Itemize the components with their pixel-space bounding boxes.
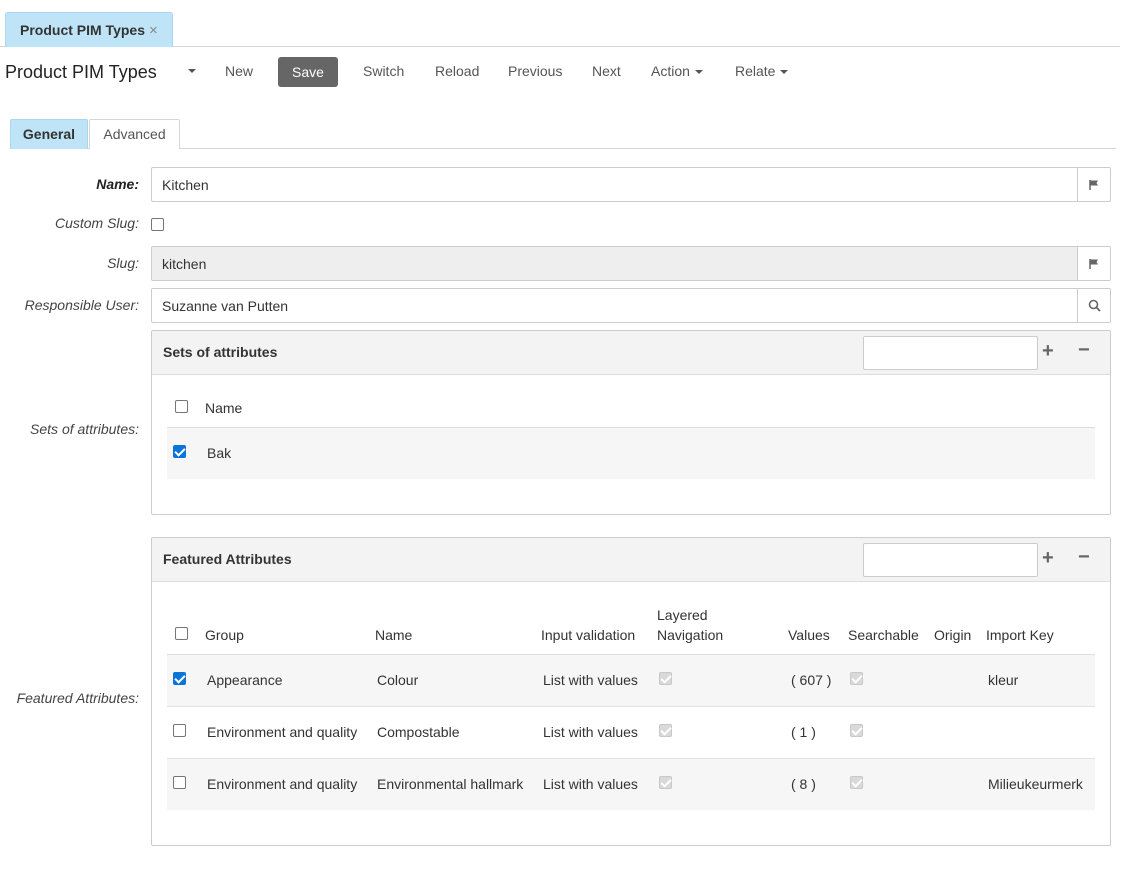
column-header-input-validation: Input validation (541, 627, 636, 643)
responsible-user-label: Responsible User: (24, 297, 139, 313)
panel-header: Sets of attributes + − (152, 331, 1110, 375)
column-header-import-key: Import Key (986, 627, 1054, 643)
row-name: Colour (377, 672, 419, 688)
slug-value: kitchen (162, 256, 207, 272)
layered-navigation-checkbox (659, 672, 672, 685)
search-icon[interactable] (1077, 289, 1110, 322)
searchable-checkbox (850, 724, 863, 737)
sets-of-attributes-panel: Sets of attributes + − Name Bak (151, 330, 1111, 515)
flag-icon[interactable] (1077, 168, 1110, 201)
column-header-searchable: Searchable (848, 627, 919, 643)
row-values: ( 8 ) (791, 776, 816, 792)
previous-button[interactable]: Previous (508, 63, 562, 79)
document-tab-bar: Product PIM Types × (0, 0, 1120, 47)
name-value: Kitchen (162, 177, 209, 193)
name-field[interactable]: Kitchen (151, 167, 1111, 202)
searchable-checkbox (850, 776, 863, 789)
relate-menu-button[interactable]: Relate (735, 63, 789, 79)
row-group: Environment and quality (207, 724, 358, 740)
sets-of-attributes-label: Sets of attributes: (30, 421, 139, 437)
panel-header: Featured Attributes + − (152, 538, 1110, 582)
custom-slug-label: Custom Slug: (54, 215, 139, 231)
custom-slug-checkbox[interactable] (151, 218, 164, 231)
next-button[interactable]: Next (592, 63, 621, 79)
table-row[interactable]: Environment and quality Compostable List… (167, 707, 1095, 758)
row-name: Environmental hallmark (377, 776, 524, 792)
row-checkbox[interactable] (173, 724, 186, 737)
row-values: ( 1 ) (791, 724, 816, 740)
featured-attributes-panel: Featured Attributes + − Group Name Input… (151, 537, 1111, 846)
panel-title: Featured Attributes (163, 551, 292, 567)
row-input-validation: List with values (543, 776, 638, 792)
row-checkbox[interactable] (173, 672, 186, 685)
table-row[interactable]: Environment and quality Environmental ha… (167, 759, 1095, 810)
relate-label: Relate (735, 63, 776, 79)
action-menu-button[interactable]: Action (651, 63, 703, 79)
slug-label: Slug: (107, 255, 139, 271)
row-import-key: Milieukeurmerk (988, 776, 1083, 792)
responsible-user-field[interactable]: Suzanne van Putten (151, 288, 1111, 323)
remove-featured-button[interactable]: − (1078, 546, 1090, 569)
caret-down-icon[interactable] (188, 69, 196, 73)
layered-navigation-checkbox (659, 776, 672, 789)
page-title: Product PIM Types (5, 62, 157, 82)
row-input-validation: List with values (543, 724, 638, 740)
caret-down-icon (780, 70, 789, 75)
column-header-name: Name (375, 627, 413, 643)
slug-field: kitchen (151, 246, 1111, 281)
select-all-checkbox[interactable] (175, 627, 188, 640)
action-label: Action (651, 63, 690, 79)
column-header-layered-navigation-2: Navigation (657, 627, 724, 643)
row-checkbox[interactable] (173, 445, 186, 458)
close-icon[interactable]: × (149, 22, 158, 39)
row-input-validation: List with values (543, 672, 638, 688)
row-import-key: kleur (988, 672, 1019, 688)
column-header-values: Values (788, 627, 830, 643)
form-tabs: General Advanced (10, 119, 1116, 149)
name-label: Name: (96, 176, 139, 192)
document-tab-product-pim-types[interactable]: Product PIM Types × (5, 12, 173, 47)
add-set-button[interactable]: + (1042, 340, 1054, 363)
row-values: ( 607 ) (791, 672, 832, 688)
reload-button[interactable]: Reload (435, 63, 479, 79)
layered-navigation-checkbox (659, 724, 672, 737)
column-header-name: Name (205, 400, 243, 416)
tab-general[interactable]: General (10, 119, 88, 149)
document-tab-label: Product PIM Types (20, 22, 145, 38)
row-group: Environment and quality (207, 776, 358, 792)
panel-title: Sets of attributes (163, 344, 278, 360)
tab-advanced[interactable]: Advanced (89, 119, 180, 149)
responsible-user-value: Suzanne van Putten (162, 298, 289, 314)
row-group: Appearance (207, 672, 283, 688)
row-name: Compostable (377, 724, 460, 740)
sets-search-input[interactable] (863, 336, 1038, 370)
switch-button[interactable]: Switch (363, 63, 404, 79)
select-all-checkbox[interactable] (175, 400, 188, 413)
add-featured-button[interactable]: + (1042, 547, 1054, 570)
featured-search-input[interactable] (863, 543, 1038, 577)
table-row[interactable]: Appearance Colour List with values ( 607… (167, 655, 1095, 706)
flag-icon[interactable] (1077, 247, 1110, 280)
column-header-group: Group (205, 627, 244, 643)
column-header-layered-navigation-1: Layered (657, 607, 708, 623)
new-button[interactable]: New (225, 63, 253, 79)
searchable-checkbox (850, 672, 863, 685)
column-header-origin: Origin (934, 627, 972, 643)
caret-down-icon (694, 70, 703, 75)
save-button[interactable]: Save (278, 57, 338, 87)
featured-attributes-label: Featured Attributes: (16, 690, 139, 706)
table-row[interactable]: Bak (167, 428, 1095, 479)
remove-set-button[interactable]: − (1078, 339, 1090, 362)
row-checkbox[interactable] (173, 776, 186, 789)
toolbar: Product PIM Types New Save Switch Reload… (0, 56, 1120, 88)
set-name: Bak (207, 445, 232, 461)
